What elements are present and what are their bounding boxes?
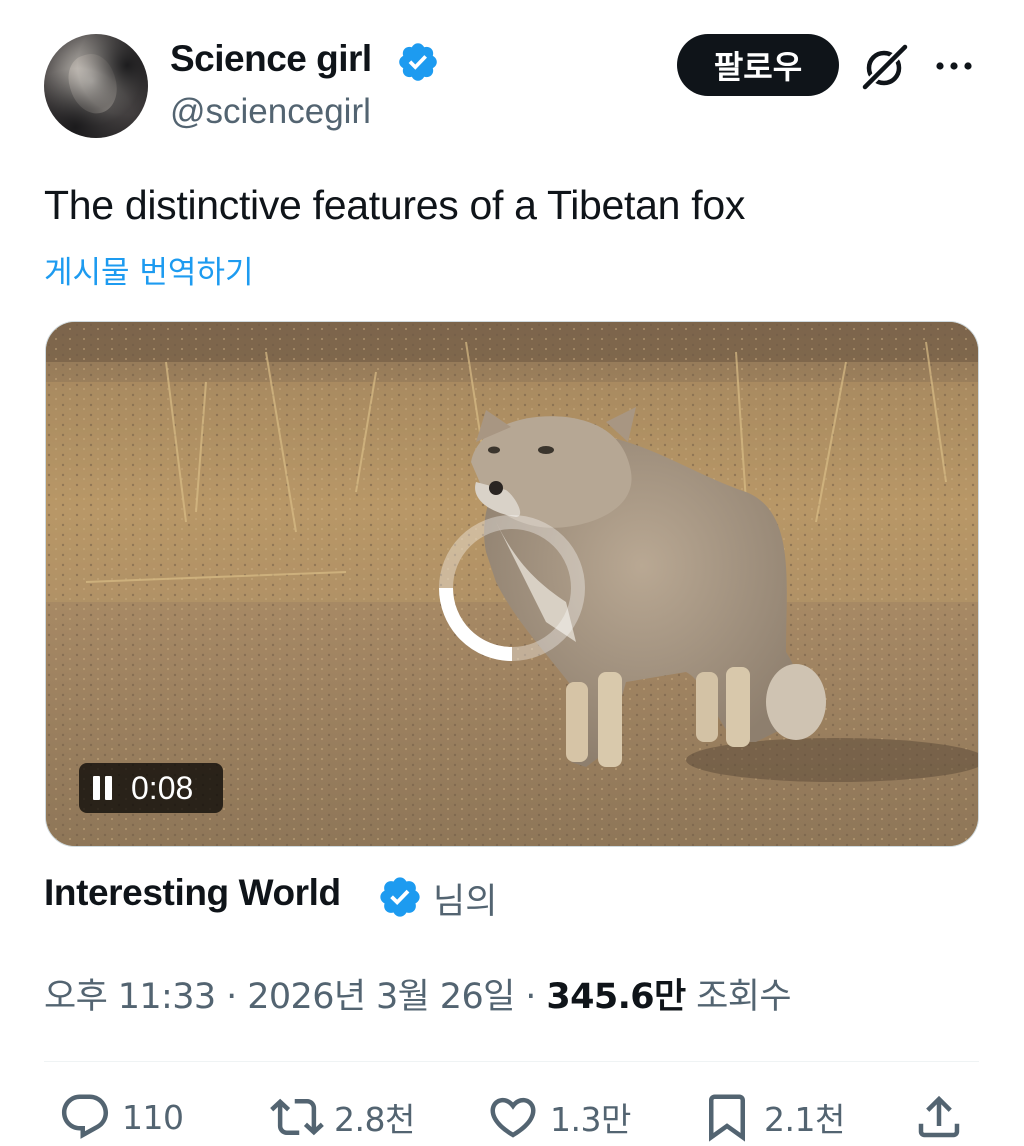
reply-button[interactable]: 110 <box>58 1090 184 1144</box>
translate-post-link[interactable]: 게시물 번역하기 <box>44 247 254 292</box>
author-display-name[interactable]: Science girl <box>170 38 372 80</box>
reply-icon <box>61 1094 109 1139</box>
follow-button[interactable]: 팔로우 <box>677 34 839 96</box>
repost-icon <box>270 1098 324 1136</box>
verified-badge-icon <box>380 877 420 917</box>
video-source-name[interactable]: Interesting World <box>44 872 341 914</box>
repost-button[interactable]: 2.8천 <box>270 1090 415 1144</box>
avatar[interactable] <box>44 34 148 138</box>
share-button[interactable] <box>912 1090 966 1144</box>
view-count: 345.6만 <box>546 977 686 1017</box>
tweet-text: The distinctive features of a Tibetan fo… <box>44 182 746 228</box>
pause-icon[interactable] <box>91 775 115 801</box>
tweet-metadata: 오후 11:33 · 2026년 3월 26일 · 345.6만 조회수 <box>44 968 792 1019</box>
action-bar: 110 2.8천 1.3만 2.1천 <box>0 1090 1024 1146</box>
post-time[interactable]: 오후 11:33 <box>44 977 216 1017</box>
avatar-hair <box>44 34 148 138</box>
bookmark-button[interactable]: 2.1천 <box>700 1090 845 1144</box>
tweet-header: Science girl @sciencegirl 팔로우 <box>0 0 1024 150</box>
repost-count: 2.8천 <box>334 1100 415 1139</box>
heart-icon <box>490 1097 536 1138</box>
post-date[interactable]: 2026년 3월 26일 <box>247 977 515 1017</box>
like-button[interactable]: 1.3만 <box>486 1090 631 1144</box>
reply-count: 110 <box>122 1097 184 1137</box>
meta-separator: · <box>525 977 536 1017</box>
verified-badge-icon <box>399 43 437 81</box>
more-options-icon[interactable] <box>934 50 974 80</box>
bookmark-icon <box>709 1094 745 1142</box>
loading-spinner-icon <box>439 515 585 661</box>
video-source-suffix: 님의 <box>433 882 498 922</box>
divider <box>44 1061 979 1062</box>
view-count-label: 조회수 <box>696 977 791 1017</box>
meta-separator: · <box>226 977 237 1017</box>
share-icon <box>918 1095 960 1138</box>
grok-icon[interactable] <box>860 42 910 92</box>
bookmark-count: 2.1천 <box>764 1100 845 1139</box>
like-count: 1.3만 <box>550 1100 631 1139</box>
video-elapsed-time: 0:08 <box>131 769 194 806</box>
video-playback-control[interactable]: 0:08 <box>79 763 223 813</box>
author-handle[interactable]: @sciencegirl <box>170 92 371 132</box>
